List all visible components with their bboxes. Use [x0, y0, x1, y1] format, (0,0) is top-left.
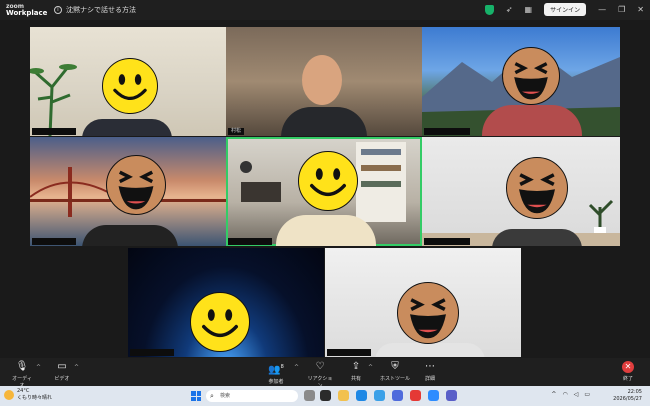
audio-button[interactable]: 🎙 オーディオ — [10, 361, 34, 389]
title-bar: zoom Workplace i 沈黙ナシで話せる方法 ➶ ▦ サインイン — … — [0, 0, 650, 20]
person-body — [82, 119, 172, 136]
shield-icon[interactable] — [484, 4, 494, 15]
share-label: 共有 — [350, 376, 361, 382]
grid-view-icon[interactable]: ▦ — [525, 5, 533, 14]
taskbar-search[interactable]: ⌕ 検索 — [206, 390, 298, 402]
meeting-info[interactable]: i 沈黙ナシで話せる方法 — [54, 5, 136, 15]
video-options-caret[interactable]: ^ — [74, 364, 79, 371]
person-body — [82, 225, 178, 246]
clock-time: 22:05 — [627, 389, 642, 395]
more-button[interactable]: ⋯ 詳細 — [420, 361, 440, 382]
titlebar-actions: ➶ ▦ サインイン — ❐ ✕ — [484, 3, 644, 16]
host-tools-button[interactable]: ⛨ ホストツール — [380, 361, 410, 382]
close-icon[interactable]: ✕ — [637, 5, 644, 14]
participant-nameplate: 村松 — [228, 128, 245, 135]
video-label: ビデオ — [54, 376, 70, 382]
info-icon[interactable]: i — [54, 6, 62, 14]
minimize-icon[interactable]: — — [598, 5, 606, 14]
more-label: 詳細 — [424, 376, 435, 382]
person-body — [482, 105, 582, 136]
end-button[interactable]: ✕ 終了 — [618, 361, 638, 382]
share-screen-icon: ⇪ — [351, 361, 361, 372]
video-tile[interactable] — [325, 248, 521, 357]
participants-icon: 👥8 — [268, 364, 284, 376]
smiley-face-icon — [190, 292, 250, 352]
smiley-face-icon — [102, 58, 158, 114]
logo-line2: Workplace — [6, 9, 48, 17]
system-clock[interactable]: 22:05 2026/05/27 — [613, 389, 642, 403]
share-options-caret[interactable]: ^ — [368, 364, 373, 371]
zoom-logo: zoom Workplace — [6, 3, 47, 17]
video-tile[interactable] — [30, 137, 226, 246]
participant-nameplate — [228, 238, 272, 245]
maximize-icon[interactable]: ❐ — [618, 5, 625, 14]
app-icon[interactable] — [320, 390, 331, 401]
video-tile[interactable] — [30, 27, 226, 136]
system-tray[interactable]: ^ ◠ ◁ ▭ — [551, 391, 590, 398]
reaction-heart-icon: ♡ — [315, 361, 325, 372]
participant-nameplate — [424, 128, 470, 135]
pin-icon[interactable]: ➶ — [506, 5, 513, 14]
video-tile[interactable]: 村松 — [226, 27, 422, 136]
start-menu-icon[interactable] — [191, 391, 201, 401]
host-tools-label: ホストツール — [380, 376, 411, 382]
laughing-face-icon — [502, 47, 560, 105]
participant-nameplate — [32, 238, 76, 245]
edge-browser-icon[interactable] — [356, 390, 367, 401]
battery-icon[interactable]: ▭ — [584, 391, 590, 398]
zoom-window: zoom Workplace i 沈黙ナシで話せる方法 ➶ ▦ サインイン — … — [0, 0, 650, 406]
participant-nameplate — [424, 238, 470, 245]
video-tile[interactable] — [422, 27, 620, 136]
participants-count: 8 — [280, 364, 284, 370]
participant-nameplate — [327, 349, 371, 356]
share-button[interactable]: ⇪ 共有 — [346, 361, 366, 382]
smiley-face-icon — [298, 151, 358, 211]
laughing-face-icon — [506, 157, 568, 219]
chrome-icon[interactable] — [410, 390, 421, 401]
weather-widget[interactable]: 24°C くもり時々晴れ — [4, 388, 52, 401]
clock-date: 2026/05/27 — [613, 396, 642, 402]
video-button[interactable]: ▭ ビデオ — [52, 361, 72, 382]
person-head — [302, 55, 342, 105]
laughing-face-icon — [106, 155, 166, 215]
windows-taskbar: 24°C くもり時々晴れ ⌕ 検索 ^ ◠ ◁ ▭ 22:05 2026/05/… — [0, 386, 650, 406]
search-icon: ⌕ — [210, 392, 214, 400]
file-explorer-icon[interactable] — [338, 390, 349, 401]
video-tile[interactable] — [128, 248, 324, 357]
participants-label: 参加者 — [268, 379, 284, 386]
meeting-title: 沈黙ナシで話せる方法 — [66, 6, 136, 14]
participants-button[interactable]: 👥8 参加者 — [264, 361, 288, 385]
participant-nameplate — [32, 128, 76, 135]
more-dots-icon: ⋯ — [425, 361, 435, 372]
reactions-button[interactable]: ♡ リアクション — [306, 361, 334, 389]
person-body — [492, 229, 582, 246]
signin-button[interactable]: サインイン — [544, 3, 587, 16]
laughing-face-icon — [397, 282, 459, 344]
participant-nameplate — [130, 349, 174, 356]
person-body — [276, 215, 376, 246]
weather-cloud-sun-icon — [4, 389, 14, 400]
person-body — [281, 107, 367, 136]
task-view-icon[interactable] — [304, 390, 315, 401]
active-speaker-tile[interactable] — [226, 137, 422, 246]
person-body — [375, 343, 485, 357]
speaker-icon[interactable]: ◁ — [574, 391, 579, 398]
audio-options-caret[interactable]: ^ — [36, 364, 41, 371]
weather-desc: くもり時々晴れ — [17, 395, 53, 401]
microphone-icon: 🎙 — [15, 361, 29, 372]
zoom-app-icon[interactable] — [428, 390, 439, 401]
meeting-toolbar: 🎙 オーディオ ^ ▭ ビデオ ^ 👥8 参加者 ^ ♡ リアクション ⇪ 共有… — [0, 358, 650, 389]
mail-icon[interactable] — [374, 390, 385, 401]
search-placeholder: 検索 — [220, 393, 231, 399]
app-icon[interactable] — [446, 390, 457, 401]
wifi-icon[interactable]: ◠ — [562, 391, 567, 398]
end-call-icon: ✕ — [622, 361, 634, 373]
end-label: 終了 — [622, 376, 633, 382]
app-icon[interactable] — [392, 390, 403, 401]
host-shield-icon: ⛨ — [391, 361, 399, 372]
video-tile[interactable] — [422, 137, 620, 246]
chevron-up-icon[interactable]: ^ — [551, 391, 556, 398]
participants-options-caret[interactable]: ^ — [294, 364, 299, 371]
video-camera-icon: ▭ — [57, 361, 67, 372]
